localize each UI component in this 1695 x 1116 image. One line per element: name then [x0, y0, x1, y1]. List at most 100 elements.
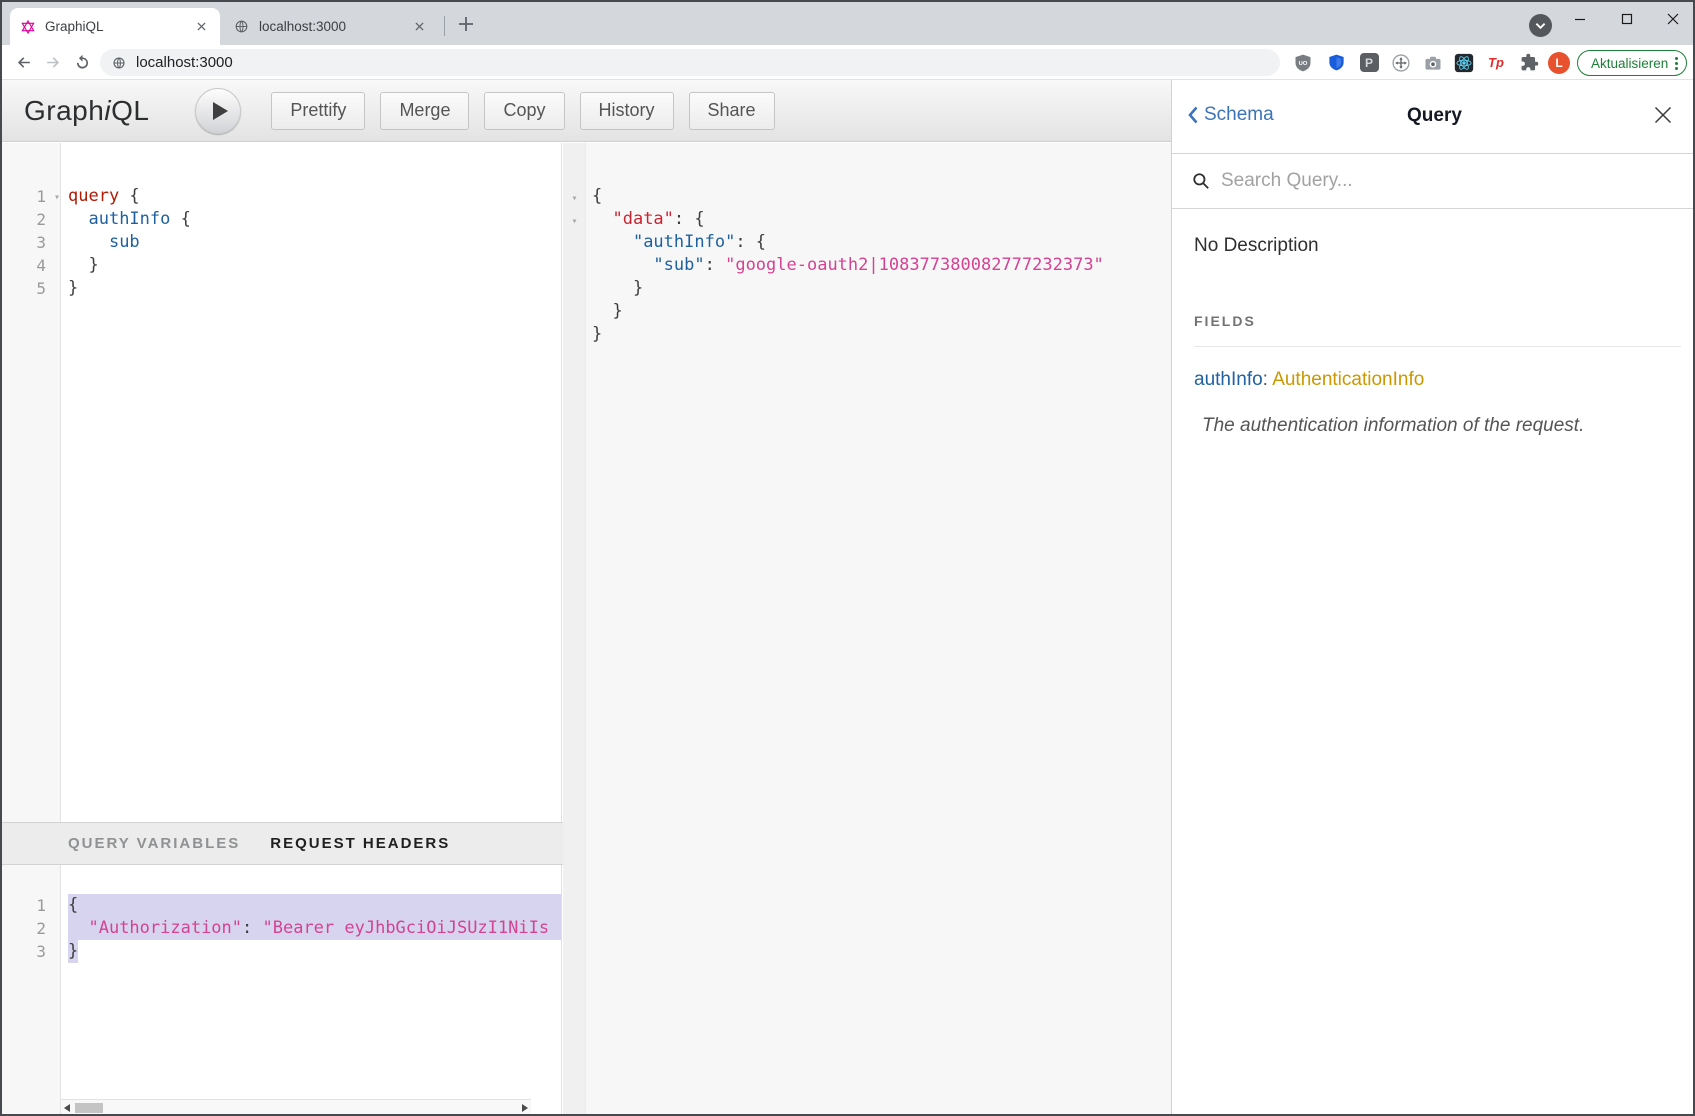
copy-button[interactable]: Copy — [484, 92, 564, 130]
browser-tab-graphiql[interactable]: GraphiQL — [10, 8, 220, 45]
search-placeholder: Search Query... — [1221, 170, 1353, 192]
code-line[interactable]: } — [563, 323, 1171, 346]
tab-title: GraphiQL — [45, 19, 193, 34]
gutter-cell: 1 — [2, 894, 61, 917]
line-number: 3 — [36, 233, 61, 252]
field-description: The authentication information of the re… — [1202, 415, 1681, 437]
scrollbar-thumb[interactable] — [75, 1103, 103, 1113]
code-line[interactable]: 3} — [2, 940, 561, 963]
address-bar[interactable]: localhost:3000 — [100, 49, 1280, 76]
code-line[interactable]: 2 "Authorization": "Bearer eyJhbGciOiJSU… — [2, 917, 561, 940]
field-name-link[interactable]: authInfo — [1194, 369, 1263, 390]
section-divider — [1194, 346, 1681, 347]
gutter-cell: 4 — [2, 254, 61, 277]
browser-tab-localhost[interactable]: localhost:3000 — [224, 8, 438, 45]
ublock-extension-icon[interactable]: UO — [1292, 52, 1314, 73]
browser-window: GraphiQL localhost:3000 — [0, 0, 1695, 1116]
camera-extension-icon[interactable] — [1422, 52, 1444, 73]
tab-strip: GraphiQL localhost:3000 — [2, 2, 1693, 45]
fields-section-label: FIELDS — [1194, 313, 1681, 329]
bitwarden-extension-icon[interactable] — [1325, 52, 1347, 73]
profile-avatar[interactable]: L — [1548, 52, 1570, 74]
doc-close-icon[interactable] — [1653, 105, 1673, 125]
merge-button[interactable]: Merge — [380, 92, 469, 130]
gutter-cell — [563, 323, 586, 346]
gutter-cell — [563, 231, 586, 254]
graphiql-favicon-icon — [20, 19, 36, 35]
horizontal-scrollbar[interactable] — [61, 1099, 531, 1115]
code-line[interactable]: } — [563, 277, 1171, 300]
gutter-cell: 2 — [2, 917, 61, 940]
tab-divider — [444, 16, 445, 36]
tab-close-icon[interactable] — [411, 18, 428, 35]
doc-title: Query — [1172, 105, 1695, 127]
forward-icon[interactable] — [43, 52, 63, 72]
line-number: 5 — [36, 279, 61, 298]
p-extension-icon[interactable]: P — [1358, 52, 1380, 73]
window-close-button[interactable] — [1658, 8, 1688, 30]
react-devtools-extension-icon[interactable] — [1453, 52, 1475, 73]
fold-arrow-icon[interactable]: ▾ — [571, 216, 577, 227]
code-line[interactable]: "authInfo": { — [563, 231, 1171, 254]
code-line[interactable]: 5} — [2, 277, 561, 300]
back-icon[interactable] — [13, 52, 33, 72]
graphiql-toolbar: GraphiQL Prettify Merge Copy History Sha… — [2, 80, 1171, 142]
line-number: 1 — [36, 896, 61, 915]
tab-close-icon[interactable] — [193, 18, 210, 35]
secondary-editor-tabbar: QUERY VARIABLES REQUEST HEADERS — [2, 822, 563, 865]
type-description: No Description — [1194, 235, 1681, 257]
gutter-cell: ▾ — [563, 185, 586, 208]
scroll-left-icon[interactable] — [64, 1104, 70, 1112]
execute-query-button[interactable] — [195, 88, 241, 134]
window-maximize-button[interactable] — [1612, 8, 1642, 30]
fold-arrow-icon[interactable]: ▾ — [571, 193, 577, 204]
request-headers-editor[interactable]: 1{2 "Authorization": "Bearer eyJhbGciOiJ… — [2, 865, 562, 1116]
reload-icon[interactable] — [72, 52, 92, 72]
new-tab-button[interactable] — [456, 14, 476, 34]
line-number: 2 — [36, 919, 61, 938]
graphiql-logo: GraphiQL — [24, 95, 149, 127]
code-line[interactable]: ▾ "data": { — [563, 208, 1171, 231]
fold-arrow-icon[interactable]: ▾ — [54, 186, 60, 209]
prettify-button[interactable]: Prettify — [271, 92, 365, 130]
window-minimize-button[interactable] — [1565, 8, 1595, 30]
history-button[interactable]: History — [580, 92, 674, 130]
update-browser-label: Aktualisieren — [1591, 56, 1668, 71]
code-line[interactable]: ▾{ — [563, 185, 1171, 208]
code-line[interactable]: "sub": "google-oauth2|108377380082777232… — [563, 254, 1171, 277]
code-line[interactable]: 1▾query { — [2, 185, 561, 208]
field-type-link[interactable]: AuthenticationInfo — [1272, 369, 1424, 390]
line-number: 3 — [36, 942, 61, 961]
line-number: 4 — [36, 256, 61, 275]
gutter-cell: 5 — [2, 277, 61, 300]
scroll-right-icon[interactable] — [522, 1104, 528, 1112]
globe-icon — [234, 19, 250, 35]
update-chevron-icon[interactable] — [1529, 14, 1552, 37]
result-viewer[interactable]: ▾{▾ "data": { "authInfo": { "sub": "goog… — [563, 143, 1171, 1116]
field-row: authInfo: AuthenticationInfo — [1194, 369, 1681, 391]
move-tool-extension-icon[interactable] — [1390, 52, 1412, 73]
code-line[interactable]: 4 } — [2, 254, 561, 277]
search-icon — [1192, 172, 1210, 190]
update-browser-button[interactable]: Aktualisieren — [1577, 50, 1687, 76]
gutter-cell: 3 — [2, 940, 61, 963]
menu-dots-icon[interactable] — [1675, 57, 1678, 70]
code-line[interactable]: 2 authInfo { — [2, 208, 561, 231]
share-button[interactable]: Share — [689, 92, 775, 130]
code-line[interactable]: 3 sub — [2, 231, 561, 254]
gutter-cell — [563, 300, 586, 323]
browser-navbar: localhost:3000 UO P Tp L Aktualisieren — [2, 45, 1693, 80]
tp-extension-icon[interactable]: Tp — [1485, 52, 1507, 73]
url-text: localhost:3000 — [136, 54, 233, 71]
doc-explorer-header: Schema Query — [1172, 80, 1695, 154]
query-editor[interactable]: 1▾query {2 authInfo {3 sub4 }5} — [2, 143, 562, 822]
gutter-cell: 3 — [2, 231, 61, 254]
extensions-puzzle-icon[interactable] — [1518, 52, 1540, 73]
tab-request-headers[interactable]: REQUEST HEADERS — [270, 835, 450, 852]
play-icon — [213, 102, 228, 120]
code-line[interactable]: 1{ — [2, 894, 561, 917]
gutter-cell — [563, 277, 586, 300]
doc-search-field[interactable]: Search Query... — [1172, 154, 1695, 209]
tab-query-variables[interactable]: QUERY VARIABLES — [68, 835, 240, 852]
code-line[interactable]: } — [563, 300, 1171, 323]
